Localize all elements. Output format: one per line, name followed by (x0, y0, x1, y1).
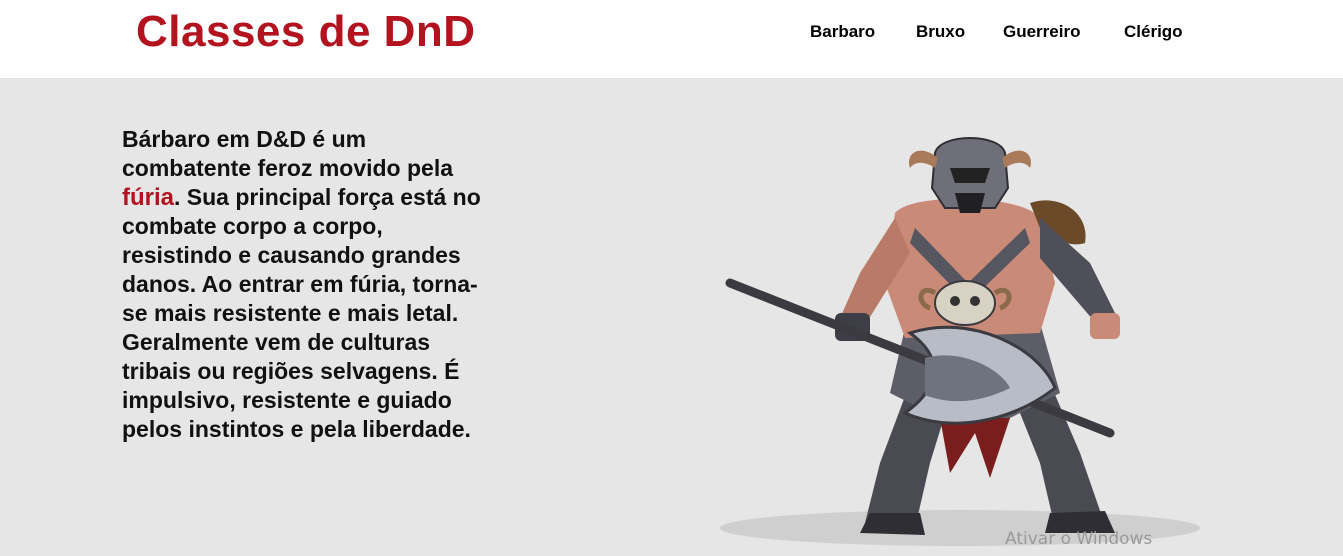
main-content: Bárbaro em D&D é um combatente feroz mov… (0, 78, 1343, 556)
right-horn (1002, 150, 1031, 168)
skull-emblem (934, 280, 996, 326)
left-horn (909, 150, 938, 168)
barbarian-image (720, 137, 1200, 546)
nav-link-barbaro[interactable]: Barbaro (810, 21, 875, 43)
class-description: Bárbaro em D&D é um combatente feroz mov… (122, 125, 482, 444)
nav-link-clerigo[interactable]: Clérigo (1124, 21, 1183, 43)
highlight-furia: fúria (122, 184, 175, 211)
main-nav: Barbaro Bruxo Guerreiro Clérigo (0, 21, 1343, 45)
windows-activation-watermark: Ativar o Windows (1005, 529, 1153, 549)
description-text-end: . Sua principal força está no combate co… (122, 184, 481, 442)
nav-link-bruxo[interactable]: Bruxo (916, 21, 965, 43)
description-text-start: Bárbaro em D&D é um combatente feroz mov… (122, 126, 454, 181)
nav-link-guerreiro[interactable]: Guerreiro (1003, 21, 1080, 43)
site-header: Classes de DnD Barbaro Bruxo Guerreiro C… (0, 0, 1343, 78)
